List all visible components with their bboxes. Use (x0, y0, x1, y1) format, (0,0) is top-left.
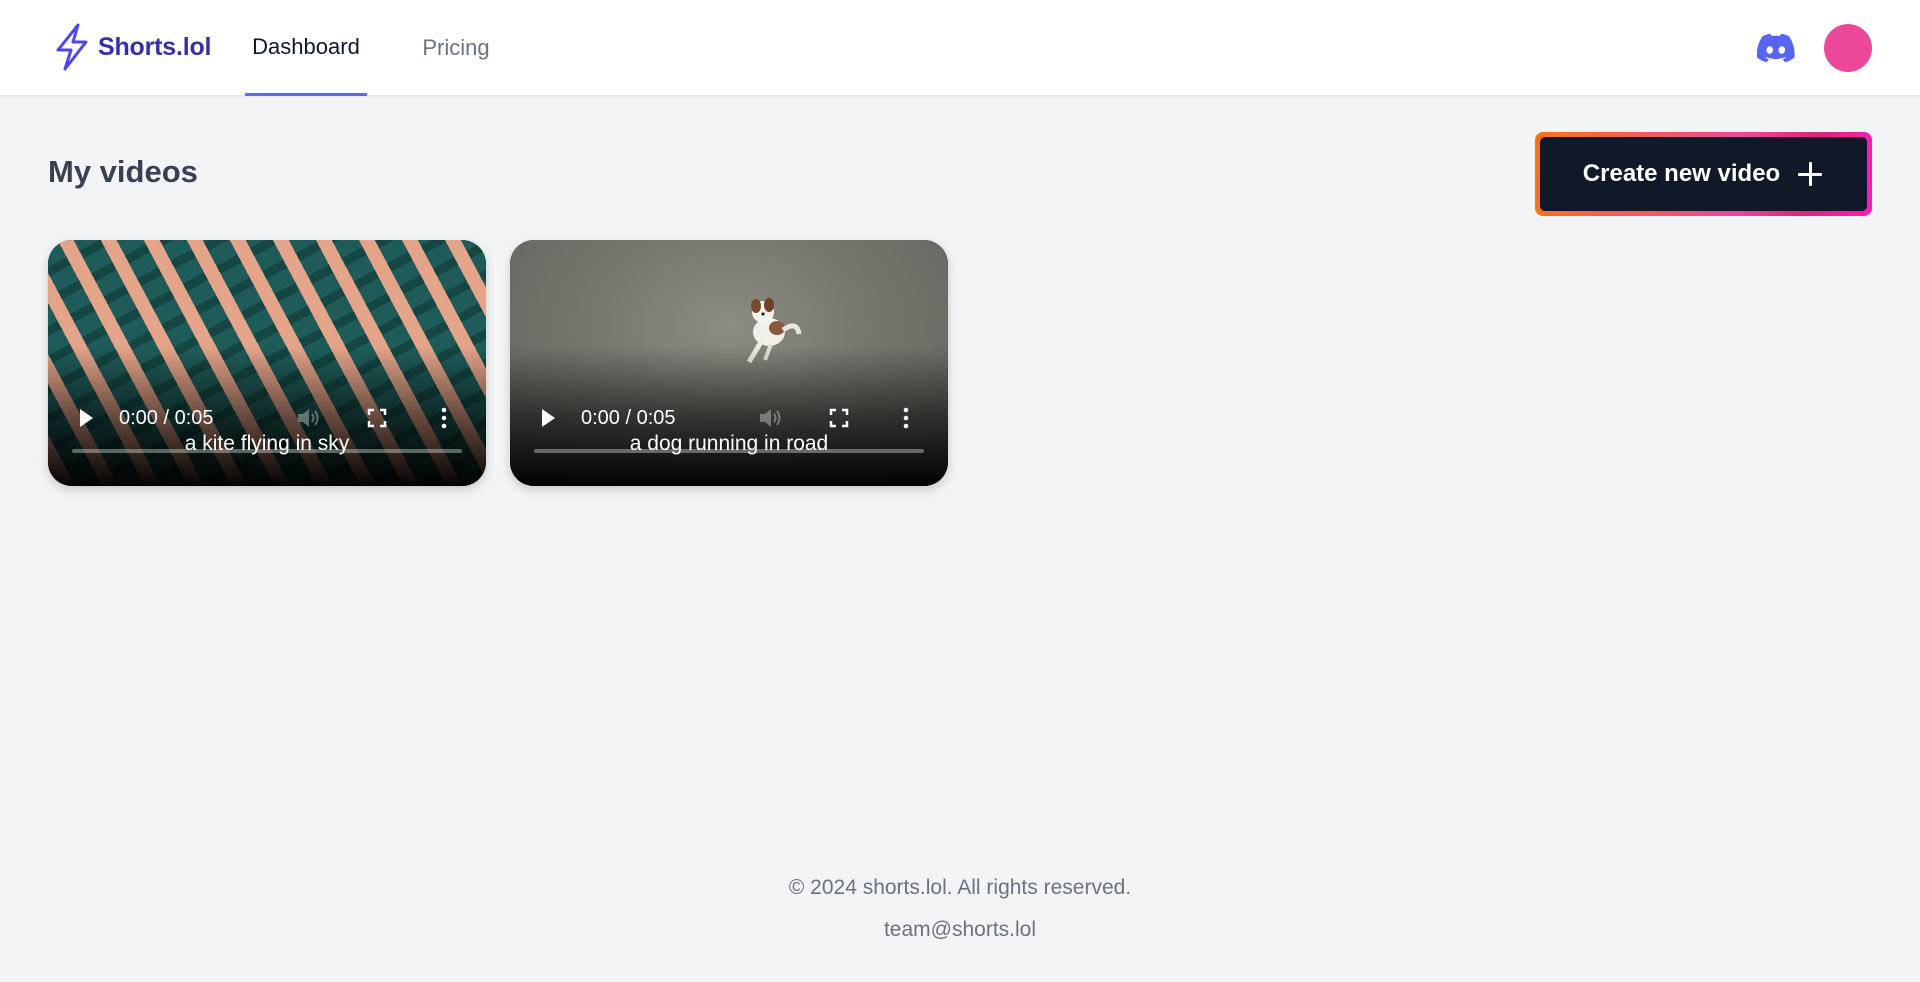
fullscreen-icon (829, 408, 849, 428)
user-avatar[interactable] (1824, 24, 1872, 72)
discord-link[interactable] (1756, 30, 1796, 66)
footer-email-link[interactable]: team@shorts.lol (884, 918, 1036, 941)
create-button-label: Create new video (1582, 160, 1781, 187)
video-caption: a kite flying in sky (184, 432, 350, 455)
more-options-button[interactable] (436, 400, 452, 436)
footer-email-row: team@shorts.lol (0, 918, 1920, 942)
video-caption: a dog running in road (629, 432, 829, 455)
tab-dashboard[interactable]: Dashboard (245, 0, 367, 96)
tab-pricing[interactable]: Pricing (412, 0, 500, 96)
brand-logo[interactable]: Shorts.lol (52, 22, 211, 72)
video-controls: 0:00 / 0:05 (510, 400, 948, 436)
more-options-button[interactable] (898, 400, 914, 436)
create-new-video-button[interactable]: Create new video (1540, 137, 1867, 211)
play-button[interactable] (536, 400, 560, 436)
page-title: My videos (48, 154, 198, 189)
video-time: 0:00 / 0:05 (581, 406, 676, 429)
play-icon (542, 409, 555, 427)
play-button[interactable] (74, 400, 98, 436)
discord-icon (1757, 33, 1795, 63)
footer-copyright: © 2024 shorts.lol. All rights reserved. (788, 876, 1132, 899)
video-controls: 0:00 / 0:05 (48, 400, 486, 436)
fullscreen-button[interactable] (364, 400, 390, 436)
more-vertical-icon (903, 407, 909, 429)
volume-icon (298, 409, 319, 427)
video-time: 0:00 / 0:05 (119, 406, 214, 429)
lightning-bolt-icon (56, 23, 88, 71)
volume-button[interactable] (294, 400, 324, 436)
video-card-dog[interactable]: 0:00 / 0:05 a dog running in road (510, 240, 948, 486)
volume-button[interactable] (756, 400, 786, 436)
create-button-gradient-border: Create new video (1535, 132, 1872, 216)
play-icon (80, 409, 93, 427)
top-navbar: Shorts.lol Dashboard Pricing (0, 0, 1920, 96)
volume-icon (760, 409, 781, 427)
brand-name: Shorts.lol (98, 32, 212, 61)
fullscreen-icon (367, 408, 387, 428)
more-vertical-icon (441, 407, 447, 429)
plus-icon (1796, 160, 1824, 188)
fullscreen-button[interactable] (826, 400, 852, 436)
video-card-kite[interactable]: 0:00 / 0:05 a kite flying in sky (48, 240, 486, 486)
